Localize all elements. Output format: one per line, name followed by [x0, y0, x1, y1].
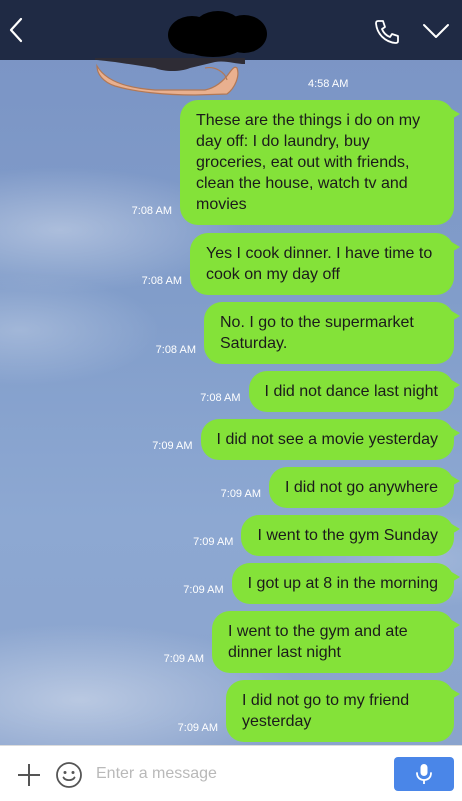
back-icon[interactable]: [6, 16, 26, 44]
message-row: 7:09 AM I did not go anywhere: [220, 467, 460, 508]
message-bubble[interactable]: Yes I cook dinner. I have time to cook o…: [190, 233, 460, 295]
message-bubble[interactable]: I went to the gym and ate dinner last ni…: [212, 611, 460, 673]
message-bubble[interactable]: I got up at 8 in the morning: [231, 563, 461, 604]
sticker-timestamp: 4:58 AM: [308, 78, 349, 90]
message-bubble[interactable]: I went to the gym Sunday: [241, 515, 460, 556]
microphone-icon: [416, 764, 432, 784]
chevron-down-icon[interactable]: [421, 21, 451, 41]
chat-header: [0, 0, 462, 60]
message-row: 7:09 AM I got up at 8 in the morning: [183, 563, 461, 604]
phone-icon[interactable]: [372, 17, 402, 47]
message-timestamp: 7:09 AM: [183, 584, 224, 596]
sticker-image: [95, 58, 245, 96]
microphone-button[interactable]: [394, 757, 454, 791]
message-bubble[interactable]: I did not go anywhere: [269, 467, 460, 508]
message-bubble[interactable]: I did not see a movie yesterday: [200, 419, 461, 460]
message-row: 7:08 AM These are the things i do on my …: [131, 100, 460, 225]
message-timestamp: 7:08 AM: [141, 275, 182, 287]
message-row: 7:09 AM I went to the gym Sunday: [193, 515, 460, 556]
message-timestamp: 7:09 AM: [177, 722, 218, 734]
message-bubble[interactable]: I did not dance last night: [248, 371, 461, 412]
message-timestamp: 7:08 AM: [200, 392, 241, 404]
emoji-icon[interactable]: [55, 761, 83, 789]
message-timestamp: 7:09 AM: [152, 440, 193, 452]
message-timestamp: 7:08 AM: [131, 205, 172, 217]
message-row: 7:08 AM Yes I cook dinner. I have time t…: [141, 233, 460, 295]
message-row: 7:09 AM I did not go to my friend yester…: [177, 680, 460, 742]
message-timestamp: 7:08 AM: [155, 344, 196, 356]
message-timestamp: 7:09 AM: [163, 653, 204, 665]
message-bubble[interactable]: These are the things i do on my day off:…: [180, 100, 460, 225]
message-bubble[interactable]: No. I go to the supermarket Saturday.: [204, 302, 460, 364]
message-composer: [0, 745, 462, 801]
plus-icon[interactable]: [16, 762, 42, 788]
message-row: 7:08 AM I did not dance last night: [200, 371, 461, 412]
redacted-avatar: [168, 11, 267, 57]
message-timestamp: 7:09 AM: [220, 488, 261, 500]
message-bubble[interactable]: I did not go to my friend yesterday: [226, 680, 460, 742]
message-input[interactable]: [96, 761, 356, 787]
message-row: 7:09 AM I did not see a movie yesterday: [152, 419, 461, 460]
message-row: 7:08 AM No. I go to the supermarket Satu…: [155, 302, 460, 364]
message-row: 7:09 AM I went to the gym and ate dinner…: [163, 611, 460, 673]
message-timestamp: 7:09 AM: [193, 536, 234, 548]
